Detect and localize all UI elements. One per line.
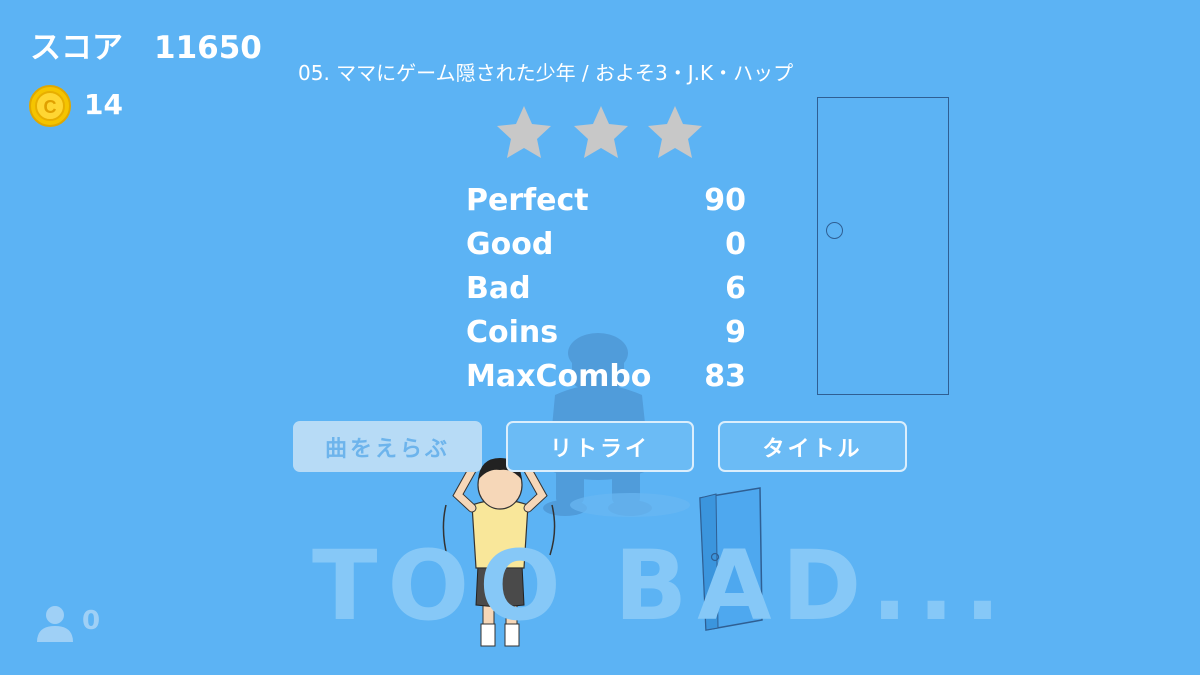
result-value: 0 <box>725 226 746 262</box>
result-value: 83 <box>704 358 746 394</box>
coin-count: 14 <box>84 88 123 121</box>
coin-icon: C <box>29 85 71 127</box>
star-rating <box>497 106 702 158</box>
result-row-maxcombo: MaxCombo 83 <box>466 354 746 398</box>
svg-text:C: C <box>44 97 57 117</box>
too-bad-banner: TOO BAD... <box>312 530 1011 642</box>
door <box>817 97 949 395</box>
result-label: Bad <box>466 270 531 306</box>
score-label: スコア 11650 <box>30 30 262 66</box>
result-label: Coins <box>466 314 559 350</box>
result-label: MaxCombo <box>466 358 652 394</box>
result-row-perfect: Perfect 90 <box>466 178 746 222</box>
result-label: Good <box>466 226 554 262</box>
retry-button[interactable]: リトライ <box>506 421 694 472</box>
song-title: 05. ママにゲーム隠された少年 / およそ3・J.K・ハップ <box>298 61 794 85</box>
star-icon <box>497 106 551 158</box>
results-table: Perfect 90 Good 0 Bad 6 Coins 9 MaxCombo… <box>466 178 746 398</box>
result-value: 9 <box>725 314 746 350</box>
door-knob <box>826 222 843 239</box>
result-label: Perfect <box>466 182 589 218</box>
result-value: 90 <box>704 182 746 218</box>
result-row-bad: Bad 6 <box>466 266 746 310</box>
star-icon <box>648 106 702 158</box>
title-button[interactable]: タイトル <box>718 421 907 472</box>
select-song-button[interactable]: 曲をえらぶ <box>293 421 482 472</box>
player-count: 0 <box>82 606 101 636</box>
user-icon <box>37 606 73 642</box>
star-icon <box>574 106 628 158</box>
result-row-coins: Coins 9 <box>466 310 746 354</box>
result-value: 6 <box>725 270 746 306</box>
result-row-good: Good 0 <box>466 222 746 266</box>
